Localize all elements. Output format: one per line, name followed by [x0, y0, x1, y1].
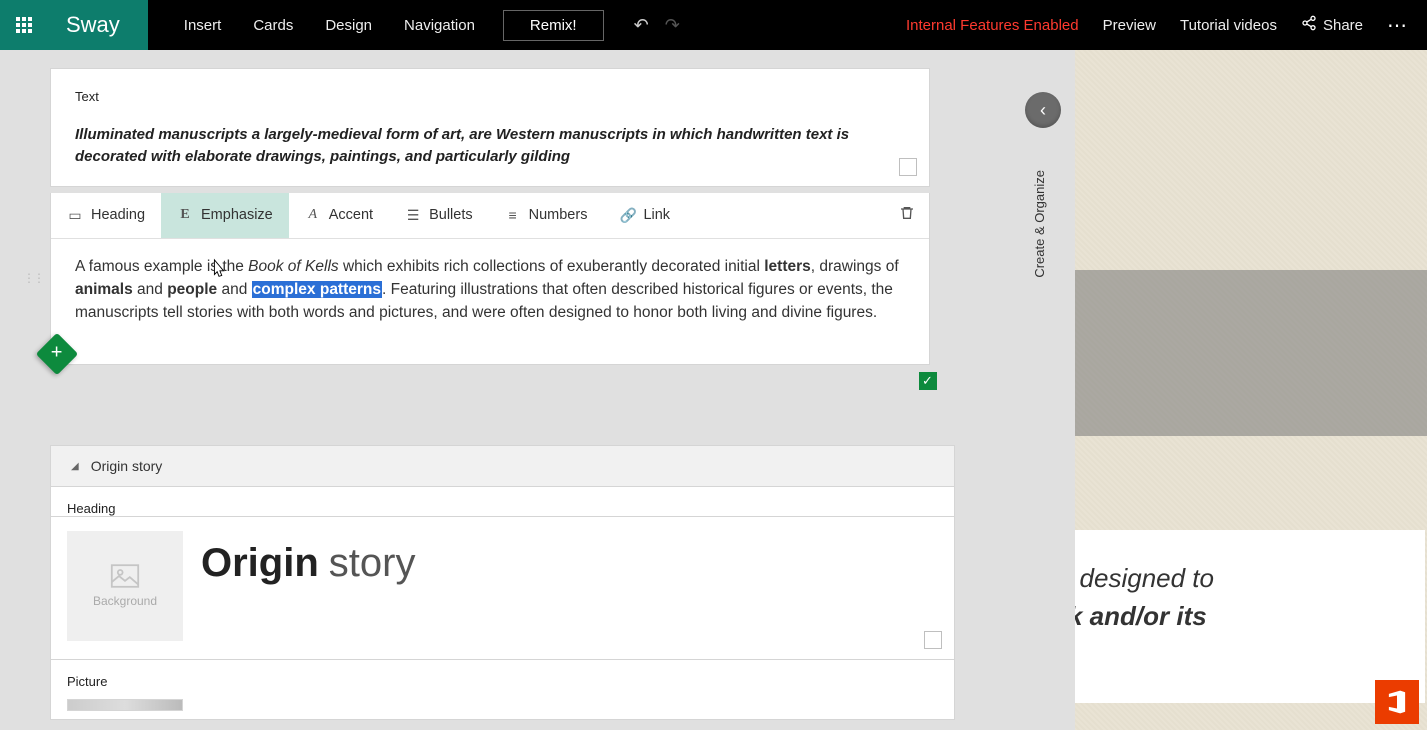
waffle-icon [16, 17, 32, 33]
numbers-button[interactable]: ≡ Numbers [489, 193, 604, 238]
app-launcher-button[interactable] [0, 0, 48, 50]
collapse-panel-button[interactable]: ‹ [1025, 92, 1061, 128]
text-card[interactable]: Text Illuminated manuscripts a largely-m… [50, 68, 930, 187]
card-type-label: Picture [67, 674, 938, 689]
menu-navigation[interactable]: Navigation [388, 0, 491, 50]
numbers-icon: ≡ [505, 207, 521, 223]
bullets-button[interactable]: ☰ Bullets [389, 193, 489, 238]
storyline-editor[interactable]: Text Illuminated manuscripts a largely-m… [0, 50, 1075, 730]
remix-button[interactable]: Remix! [503, 10, 604, 41]
more-menu-button[interactable]: ⋯ [1387, 13, 1409, 38]
heading-card[interactable]: Background Origin story [50, 516, 955, 660]
share-button[interactable]: Share [1301, 15, 1363, 35]
text-editor-body[interactable]: ⋮⋮ A famous example is the Book of Kells… [51, 239, 929, 365]
card-select-checkbox[interactable] [899, 158, 917, 176]
menu-cards[interactable]: Cards [237, 0, 309, 50]
bullets-icon: ☰ [405, 207, 421, 224]
card-select-checkbox[interactable] [924, 631, 942, 649]
internal-features-label: Internal Features Enabled [906, 17, 1079, 34]
link-button[interactable]: 🔗 Link [603, 193, 686, 238]
tutorial-videos-button[interactable]: Tutorial videos [1180, 17, 1277, 34]
preview-section-block [1075, 270, 1427, 436]
heading-text[interactable]: Origin story [201, 541, 938, 586]
group-header[interactable]: ◢ Origin story [50, 445, 955, 486]
section-group: ◢ Origin story Heading Background Origin… [50, 445, 955, 720]
link-icon: 🔗 [619, 207, 635, 224]
preview-text: pts were often designed to ect of the bo… [1075, 530, 1425, 703]
picture-thumbnail[interactable] [67, 699, 183, 711]
emphasize-icon: E [177, 207, 193, 223]
selected-text[interactable]: complex patterns [252, 281, 382, 298]
picture-card[interactable]: Picture [50, 660, 955, 720]
emphasize-button[interactable]: E Emphasize [161, 193, 289, 238]
share-icon [1301, 15, 1317, 35]
background-image-slot[interactable]: Background [67, 531, 183, 641]
group-title: Origin story [91, 458, 163, 474]
heading-button[interactable]: ▭ Heading [51, 193, 161, 238]
accent-icon: A [305, 207, 321, 223]
menu-design[interactable]: Design [309, 0, 388, 50]
office-logo-badge [1375, 680, 1419, 724]
main-menu: Insert Cards Design Navigation Remix! ↶ … [168, 0, 680, 50]
card-type-label: Text [75, 89, 905, 104]
card-type-label: Heading [50, 486, 955, 516]
drag-handle-icon[interactable]: ⋮⋮ [23, 269, 43, 287]
app-header: Sway Insert Cards Design Navigation Remi… [0, 0, 1427, 50]
menu-insert[interactable]: Insert [168, 0, 238, 50]
delete-card-button[interactable] [899, 205, 915, 225]
heading-icon: ▭ [67, 207, 83, 224]
card-select-checkbox[interactable] [919, 372, 937, 390]
collapse-icon: ◢ [71, 461, 79, 472]
redo-button[interactable]: ↷ [665, 15, 680, 36]
create-organize-tab[interactable]: Create & Organize [1032, 170, 1047, 278]
text-card-content[interactable]: Illuminated manuscripts a largely-mediev… [75, 126, 849, 165]
undo-button[interactable]: ↶ [634, 15, 649, 36]
app-brand: Sway [48, 0, 148, 50]
preview-button[interactable]: Preview [1103, 17, 1156, 34]
text-format-toolbar: ▭ Heading E Emphasize A Accent ☰ Bullets [51, 193, 929, 239]
preview-pane: pts were often designed to ect of the bo… [1075, 50, 1427, 730]
active-text-card[interactable]: ▭ Heading E Emphasize A Accent ☰ Bullets [50, 193, 930, 366]
accent-button[interactable]: A Accent [289, 193, 389, 238]
